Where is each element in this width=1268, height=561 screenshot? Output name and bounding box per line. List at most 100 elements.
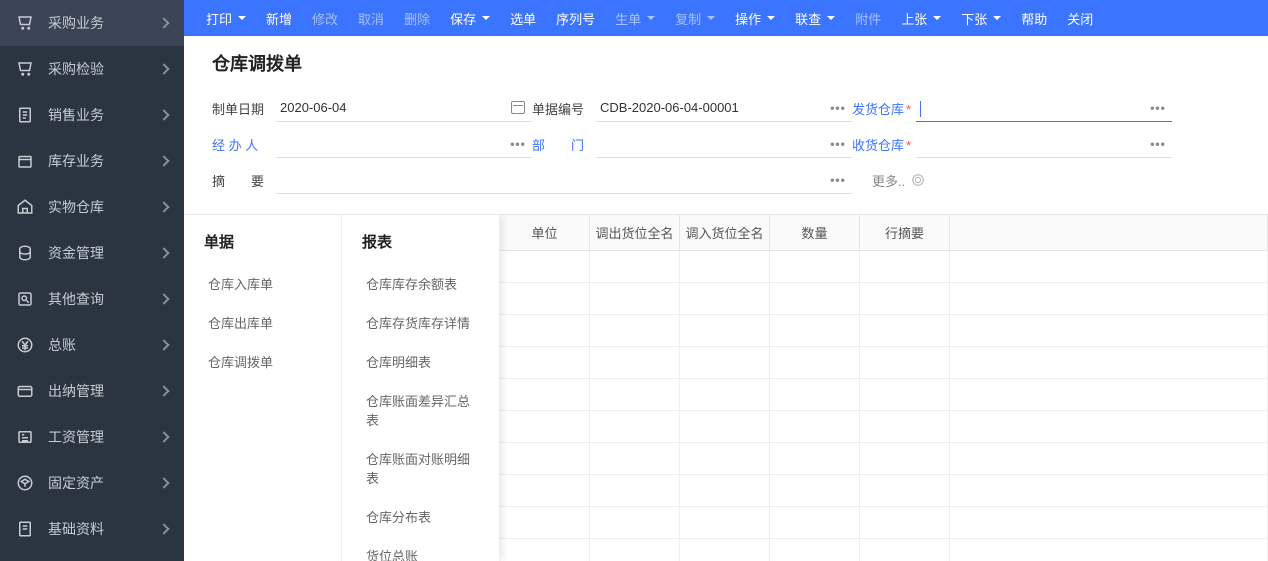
sidebar-label: 实物仓库 [48,197,160,217]
operator-field[interactable]: 经 办 人 ••• [212,127,532,161]
popup-report-item-3[interactable]: 仓库账面差异汇总表 [342,381,499,439]
chevron-right-icon [158,477,169,488]
ellipsis-icon[interactable]: ••• [830,136,846,152]
ellipsis-icon[interactable]: ••• [830,100,846,116]
sidebar-label: 基础资料 [48,519,160,539]
dept-field[interactable]: 部 门 ••• [532,127,852,161]
th-3[interactable]: 数量 [770,215,860,250]
sidebar-item-1[interactable]: 采购检验 [0,46,184,92]
popup-col-documents: 单据 仓库入库单仓库出库单仓库调拨单 [184,215,342,561]
chevron-right-icon [158,523,169,534]
doc-number-field[interactable]: 单据编号 CDB-2020-06-04-00001 ••• [532,91,852,125]
recv-warehouse-label: 收货仓库* [852,135,916,154]
popup-menu: 单据 仓库入库单仓库出库单仓库调拨单 报表 仓库库存余额表仓库存货库存详情仓库明… [184,215,500,561]
toolbar-btn-7[interactable]: 序列号 [546,0,605,36]
toolbar-btn-10[interactable]: 操作 [725,0,785,36]
toolbar-btn-16[interactable]: 关闭 [1057,0,1103,36]
send-warehouse-input[interactable]: ••• [916,94,1172,122]
chevron-right-icon [158,201,169,212]
toolbar-btn-11[interactable]: 联查 [785,0,845,36]
toolbar-btn-0[interactable]: 打印 [196,0,256,36]
sidebar-icon [16,336,34,354]
toolbar-btn-3: 取消 [348,0,394,36]
sidebar-item-3[interactable]: 库存业务 [0,138,184,184]
summary-field[interactable]: 摘 要 ••• [212,163,852,197]
toolbar-btn-8: 生单 [605,0,665,36]
ellipsis-icon[interactable]: ••• [510,136,526,152]
date-label: 制单日期 [212,99,276,118]
th-2[interactable]: 调入货位全名 [680,215,770,250]
toolbar-btn-4: 删除 [394,0,440,36]
caret-down-icon [993,16,1001,20]
gear-icon [911,173,925,187]
caret-down-icon [707,16,715,20]
chevron-right-icon [158,155,169,166]
main-area: 打印新增修改取消删除保存选单序列号生单复制操作联查附件上张下张帮助关闭 仓库调拨… [184,0,1268,561]
popup-title-reports: 报表 [342,231,499,264]
toolbar-btn-1[interactable]: 新增 [256,0,302,36]
recv-warehouse-field[interactable]: 收货仓库* ••• [852,127,1172,161]
th-4[interactable]: 行摘要 [860,215,950,250]
sidebar-item-5[interactable]: 资金管理 [0,230,184,276]
popup-doc-item-2[interactable]: 仓库调拨单 [184,342,341,381]
ellipsis-icon[interactable]: ••• [1150,136,1166,152]
th-1[interactable]: 调出货位全名 [590,215,680,250]
toolbar-btn-6[interactable]: 选单 [500,0,546,36]
caret-down-icon [827,16,835,20]
dept-input[interactable]: ••• [596,130,852,158]
sidebar-item-6[interactable]: 其他查询 [0,276,184,322]
summary-input[interactable]: ••• [276,166,852,194]
chevron-right-icon [158,109,169,120]
popup-report-item-4[interactable]: 仓库账面对账明细表 [342,439,499,497]
ellipsis-icon[interactable]: ••• [830,172,846,188]
sidebar-label: 工资管理 [48,427,160,447]
sidebar-item-9[interactable]: 工资管理 [0,414,184,460]
popup-report-item-2[interactable]: 仓库明细表 [342,342,499,381]
calendar-icon[interactable] [510,100,526,116]
popup-report-item-0[interactable]: 仓库库存余额表 [342,264,499,303]
toolbar-btn-14[interactable]: 下张 [951,0,1011,36]
th-0[interactable]: 单位 [500,215,590,250]
sidebar-icon [16,244,34,262]
sidebar-item-7[interactable]: 总账 [0,322,184,368]
sidebar-label: 采购业务 [48,13,160,33]
operator-label: 经 办 人 [212,135,276,154]
form: 制单日期 2020-06-04 单据编号 CDB-2020-06-04-0000… [184,86,1268,208]
sidebar-icon [16,106,34,124]
toolbar-btn-13[interactable]: 上张 [891,0,951,36]
sidebar-icon [16,198,34,216]
toolbar-btn-2: 修改 [302,0,348,36]
popup-report-item-1[interactable]: 仓库存货库存详情 [342,303,499,342]
sidebar-item-0[interactable]: 采购业务 [0,0,184,46]
sidebar-icon [16,290,34,308]
operator-input[interactable]: ••• [276,130,532,158]
sidebar-item-4[interactable]: 实物仓库 [0,184,184,230]
recv-warehouse-input[interactable]: ••• [916,130,1172,158]
sidebar-item-2[interactable]: 销售业务 [0,92,184,138]
sidebar-label: 出纳管理 [48,381,160,401]
popup-report-item-5[interactable]: 仓库分布表 [342,497,499,536]
popup-col-reports: 报表 仓库库存余额表仓库存货库存详情仓库明细表仓库账面差异汇总表仓库账面对账明细… [342,215,500,561]
summary-label: 摘 要 [212,171,276,190]
sidebar-item-10[interactable]: 固定资产 [0,460,184,506]
popup-report-item-6[interactable]: 货位总账 [342,536,499,561]
chevron-right-icon [158,247,169,258]
date-input[interactable]: 2020-06-04 [276,94,532,122]
more-link[interactable]: 更多.. [872,171,925,190]
toolbar-btn-15[interactable]: 帮助 [1011,0,1057,36]
sidebar-icon [16,152,34,170]
send-warehouse-field[interactable]: 发货仓库* ••• [852,91,1172,125]
date-field[interactable]: 制单日期 2020-06-04 [212,91,532,125]
sidebar-icon [16,474,34,492]
toolbar-btn-5[interactable]: 保存 [440,0,500,36]
popup-doc-item-0[interactable]: 仓库入库单 [184,264,341,303]
sidebar-item-8[interactable]: 出纳管理 [0,368,184,414]
sidebar-icon [16,520,34,538]
sidebar-label: 资金管理 [48,243,160,263]
sidebar-item-11[interactable]: 基础资料 [0,506,184,552]
doc-input[interactable]: CDB-2020-06-04-00001 ••• [596,94,852,122]
chevron-right-icon [158,385,169,396]
popup-doc-item-1[interactable]: 仓库出库单 [184,303,341,342]
ellipsis-icon[interactable]: ••• [1150,100,1166,116]
content-area: 单位调出货位全名调入货位全名数量行摘要 单据 仓库入库单仓库出库单仓库调拨单 报… [184,214,1268,561]
